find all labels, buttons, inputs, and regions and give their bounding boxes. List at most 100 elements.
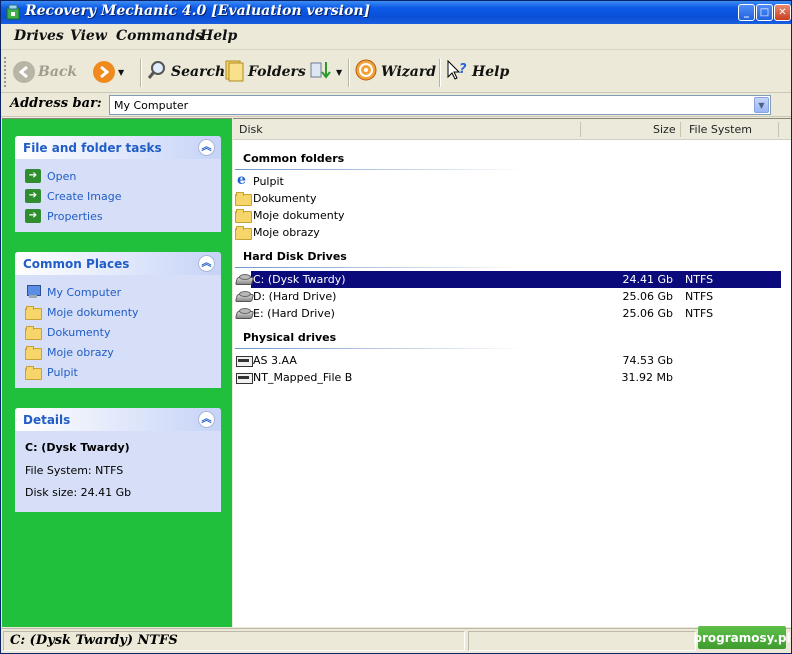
forward-arrow-icon: [93, 61, 115, 83]
toolbar-separator: [348, 59, 349, 87]
list-item[interactable]: Moje obrazy: [233, 224, 791, 241]
task-create-image[interactable]: ➔ Create Image: [25, 186, 221, 206]
drive-name: AS 3.AA: [253, 354, 297, 367]
title-bar[interactable]: Recovery Mechanic 4.0 [Evaluation versio…: [1, 1, 791, 24]
watermark-logo: programosy.pl: [693, 626, 791, 649]
folder-icon: [235, 191, 252, 206]
task-label: Create Image: [47, 189, 122, 203]
column-divider[interactable]: [778, 122, 779, 137]
wizard-button[interactable]: Wizard: [354, 59, 436, 85]
drive-fs: NTFS: [685, 290, 714, 303]
details-panel-header[interactable]: Details ︽: [15, 408, 221, 431]
arrow-right-icon: ➔: [25, 169, 41, 183]
task-label: Properties: [47, 209, 103, 223]
drive-size: 74.53 Gb: [622, 354, 674, 367]
forward-button[interactable]: ▼: [93, 59, 124, 85]
drive-name: C: (Dysk Twardy): [253, 273, 346, 286]
drive-size: 31.92 Mb: [621, 371, 673, 384]
minimize-button[interactable]: _: [738, 4, 755, 21]
group-divider: [235, 348, 525, 349]
list-item[interactable]: Dokumenty: [233, 190, 791, 207]
back-button[interactable]: Back: [13, 59, 77, 85]
tasks-panel-header[interactable]: File and folder tasks ︽: [15, 136, 221, 159]
task-properties[interactable]: ➔ Properties: [25, 206, 221, 226]
list-item[interactable]: Moje dokumenty: [233, 207, 791, 224]
folder-icon: [25, 365, 42, 380]
column-divider[interactable]: [580, 122, 581, 137]
drive-name: E: (Hard Drive): [253, 307, 335, 320]
tasks-panel: File and folder tasks ︽ ➔ Open ➔ Create …: [15, 136, 221, 232]
task-open[interactable]: ➔ Open: [25, 166, 221, 186]
item-name: Moje obrazy: [253, 226, 320, 239]
search-button[interactable]: Search: [146, 59, 225, 85]
search-label: Search: [171, 64, 226, 80]
folders-label: Folders: [248, 64, 306, 80]
places-panel: Common Places ︽ My Computer Moje dokumen…: [15, 252, 221, 388]
menu-help[interactable]: Help: [200, 28, 237, 44]
tasks-panel-title: File and folder tasks: [23, 141, 162, 155]
details-panel-title: Details: [23, 413, 71, 427]
close-button[interactable]: ✕: [774, 4, 791, 21]
svg-text:?: ?: [459, 62, 467, 77]
views-button[interactable]: ▼: [309, 59, 342, 85]
details-panel: Details ︽ C: (Dysk Twardy) File System: …: [15, 408, 221, 512]
maximize-button[interactable]: □: [756, 4, 773, 21]
status-cell: [468, 631, 696, 651]
table-row[interactable]: NT_Mapped_File B 31.92 Mb: [233, 369, 791, 386]
group-divider: [235, 169, 525, 170]
places-panel-header[interactable]: Common Places ︽: [15, 252, 221, 275]
collapse-icon[interactable]: ︽: [198, 411, 215, 428]
column-file-system[interactable]: File System: [689, 123, 752, 136]
menu-view[interactable]: View: [70, 28, 107, 44]
app-icon: [5, 4, 21, 20]
folder-icon: [235, 225, 252, 240]
physical-drive-icon: [235, 370, 253, 384]
place-pulpit[interactable]: Pulpit: [25, 362, 221, 382]
place-moje-obrazy[interactable]: Moje obrazy: [25, 342, 221, 362]
collapse-icon[interactable]: ︽: [198, 139, 215, 156]
table-row[interactable]: AS 3.AA 74.53 Gb: [233, 352, 791, 369]
column-size[interactable]: Size: [653, 123, 676, 136]
menu-drives[interactable]: Drives: [14, 28, 64, 44]
table-row[interactable]: C: (Dysk Twardy) 24.41 Gb NTFS: [233, 271, 791, 288]
menu-commands[interactable]: Commands: [116, 28, 203, 44]
places-panel-body: My Computer Moje dokumenty Dokumenty Moj…: [15, 275, 221, 388]
column-disk[interactable]: Disk: [239, 123, 263, 136]
collapse-icon[interactable]: ︽: [198, 255, 215, 272]
computer-icon: [25, 285, 41, 299]
place-my-computer[interactable]: My Computer: [25, 282, 221, 302]
drive-fs: NTFS: [685, 307, 714, 320]
tasks-panel-body: ➔ Open ➔ Create Image ➔ Properties: [15, 159, 221, 232]
wizard-icon: [354, 58, 378, 86]
toolbar-grip[interactable]: [4, 57, 8, 87]
table-row[interactable]: E: (Hard Drive) 25.06 Gb NTFS: [233, 305, 791, 322]
group-divider: [235, 267, 525, 268]
arrow-right-icon: ➔: [25, 189, 41, 203]
place-label: Pulpit: [47, 365, 78, 379]
drive-size: 25.06 Gb: [622, 307, 674, 320]
place-moje-dokumenty[interactable]: Moje dokumenty: [25, 302, 221, 322]
toolbar-separator: [439, 59, 440, 87]
address-label: Address bar:: [10, 96, 102, 111]
toolbar: Back ▼ Search Folders ▼ Wizard ? Help: [1, 51, 791, 93]
toolbar-separator: [140, 59, 141, 87]
drive-size: 24.41 Gb: [622, 273, 674, 286]
details-file-system: File System: NTFS: [25, 464, 124, 477]
place-dokumenty[interactable]: Dokumenty: [25, 322, 221, 342]
folders-button[interactable]: Folders: [223, 59, 306, 85]
details-panel-body: C: (Dysk Twardy) File System: NTFS Disk …: [15, 431, 221, 512]
views-dropdown-icon[interactable]: ▼: [336, 67, 342, 77]
drive-name: D: (Hard Drive): [253, 290, 337, 303]
list-item[interactable]: Pulpit: [233, 172, 791, 190]
place-label: Dokumenty: [47, 325, 111, 339]
hard-drive-icon: [235, 272, 251, 286]
wizard-label: Wizard: [381, 64, 436, 80]
forward-dropdown-icon[interactable]: ▼: [118, 67, 124, 77]
table-row[interactable]: D: (Hard Drive) 25.06 Gb NTFS: [233, 288, 791, 305]
column-divider[interactable]: [680, 122, 681, 137]
help-button[interactable]: ? Help: [445, 59, 509, 85]
item-name: Pulpit: [253, 175, 284, 188]
address-input[interactable]: My Computer ▼: [109, 95, 771, 115]
address-value: My Computer: [114, 99, 189, 112]
address-dropdown-icon[interactable]: ▼: [754, 97, 769, 113]
